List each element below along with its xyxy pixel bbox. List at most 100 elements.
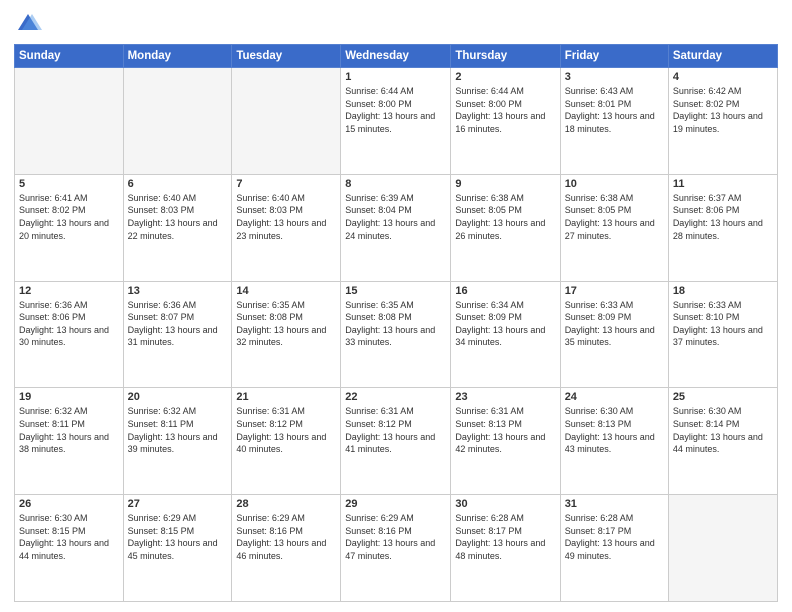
day-cell: 9 Sunrise: 6:38 AM Sunset: 8:05 PM Daylig…: [451, 174, 560, 281]
day-info: Sunrise: 6:40 AM Sunset: 8:03 PM Dayligh…: [236, 192, 336, 242]
day-info: Sunrise: 6:29 AM Sunset: 8:16 PM Dayligh…: [236, 512, 336, 562]
day-number: 8: [345, 178, 446, 190]
day-info: Sunrise: 6:28 AM Sunset: 8:17 PM Dayligh…: [565, 512, 664, 562]
week-row-0: 1 Sunrise: 6:44 AM Sunset: 8:00 PM Daylig…: [15, 68, 778, 175]
day-number: 11: [673, 178, 773, 190]
day-info: Sunrise: 6:42 AM Sunset: 8:02 PM Dayligh…: [673, 85, 773, 135]
day-cell: 23 Sunrise: 6:31 AM Sunset: 8:13 PM Dayli…: [451, 388, 560, 495]
logo: [14, 10, 46, 38]
day-cell: 31Sunrise: 6:28 AM Sunset: 8:17 PM Dayli…: [560, 495, 668, 602]
day-cell: 20 Sunrise: 6:32 AM Sunset: 8:11 PM Dayli…: [123, 388, 232, 495]
day-info: Sunrise: 6:31 AM Sunset: 8:12 PM Dayligh…: [236, 405, 336, 455]
day-cell: 30 Sunrise: 6:28 AM Sunset: 8:17 PM Dayli…: [451, 495, 560, 602]
day-info: Sunrise: 6:38 AM Sunset: 8:05 PM Dayligh…: [565, 192, 664, 242]
day-cell: 18 Sunrise: 6:33 AM Sunset: 8:10 PM Dayli…: [668, 281, 777, 388]
day-cell: 11 Sunrise: 6:37 AM Sunset: 8:06 PM Dayli…: [668, 174, 777, 281]
day-number: 20: [128, 391, 228, 403]
day-info: Sunrise: 6:33 AM Sunset: 8:10 PM Dayligh…: [673, 299, 773, 349]
day-number: 4: [673, 71, 773, 83]
page: SundayMondayTuesdayWednesdayThursdayFrid…: [0, 0, 792, 612]
day-number: 12: [19, 285, 119, 297]
day-cell: 10 Sunrise: 6:38 AM Sunset: 8:05 PM Dayli…: [560, 174, 668, 281]
day-info: Sunrise: 6:30 AM Sunset: 8:14 PM Dayligh…: [673, 405, 773, 455]
day-number: 18: [673, 285, 773, 297]
day-cell: [668, 495, 777, 602]
day-number: 10: [565, 178, 664, 190]
day-cell: 24Sunrise: 6:30 AM Sunset: 8:13 PM Dayli…: [560, 388, 668, 495]
day-cell: 6 Sunrise: 6:40 AM Sunset: 8:03 PM Daylig…: [123, 174, 232, 281]
day-info: Sunrise: 6:31 AM Sunset: 8:12 PM Dayligh…: [345, 405, 446, 455]
day-number: 22: [345, 391, 446, 403]
day-info: Sunrise: 6:37 AM Sunset: 8:06 PM Dayligh…: [673, 192, 773, 242]
day-info: Sunrise: 6:34 AM Sunset: 8:09 PM Dayligh…: [455, 299, 555, 349]
day-info: Sunrise: 6:44 AM Sunset: 8:00 PM Dayligh…: [455, 85, 555, 135]
day-info: Sunrise: 6:39 AM Sunset: 8:04 PM Dayligh…: [345, 192, 446, 242]
day-cell: 1 Sunrise: 6:44 AM Sunset: 8:00 PM Daylig…: [341, 68, 451, 175]
day-cell: 29Sunrise: 6:29 AM Sunset: 8:16 PM Dayli…: [341, 495, 451, 602]
day-number: 29: [345, 498, 446, 510]
day-number: 21: [236, 391, 336, 403]
col-header-sunday: Sunday: [15, 45, 124, 68]
day-info: Sunrise: 6:32 AM Sunset: 8:11 PM Dayligh…: [128, 405, 228, 455]
day-number: 24: [565, 391, 664, 403]
day-cell: 17Sunrise: 6:33 AM Sunset: 8:09 PM Dayli…: [560, 281, 668, 388]
calendar-table: SundayMondayTuesdayWednesdayThursdayFrid…: [14, 44, 778, 602]
day-number: 26: [19, 498, 119, 510]
day-number: 1: [345, 71, 446, 83]
day-cell: 7Sunrise: 6:40 AM Sunset: 8:03 PM Daylig…: [232, 174, 341, 281]
col-header-wednesday: Wednesday: [341, 45, 451, 68]
col-header-thursday: Thursday: [451, 45, 560, 68]
day-number: 28: [236, 498, 336, 510]
day-info: Sunrise: 6:32 AM Sunset: 8:11 PM Dayligh…: [19, 405, 119, 455]
day-info: Sunrise: 6:43 AM Sunset: 8:01 PM Dayligh…: [565, 85, 664, 135]
day-cell: 26 Sunrise: 6:30 AM Sunset: 8:15 PM Dayli…: [15, 495, 124, 602]
day-cell: 25 Sunrise: 6:30 AM Sunset: 8:14 PM Dayli…: [668, 388, 777, 495]
day-number: 19: [19, 391, 119, 403]
day-cell: 12 Sunrise: 6:36 AM Sunset: 8:06 PM Dayli…: [15, 281, 124, 388]
day-info: Sunrise: 6:36 AM Sunset: 8:06 PM Dayligh…: [19, 299, 119, 349]
day-cell: 19 Sunrise: 6:32 AM Sunset: 8:11 PM Dayli…: [15, 388, 124, 495]
day-info: Sunrise: 6:35 AM Sunset: 8:08 PM Dayligh…: [345, 299, 446, 349]
day-number: 5: [19, 178, 119, 190]
day-cell: 14Sunrise: 6:35 AM Sunset: 8:08 PM Dayli…: [232, 281, 341, 388]
day-cell: [15, 68, 124, 175]
day-cell: 15Sunrise: 6:35 AM Sunset: 8:08 PM Dayli…: [341, 281, 451, 388]
day-cell: 8 Sunrise: 6:39 AM Sunset: 8:04 PM Daylig…: [341, 174, 451, 281]
day-cell: 3Sunrise: 6:43 AM Sunset: 8:01 PM Daylig…: [560, 68, 668, 175]
day-info: Sunrise: 6:38 AM Sunset: 8:05 PM Dayligh…: [455, 192, 555, 242]
day-info: Sunrise: 6:41 AM Sunset: 8:02 PM Dayligh…: [19, 192, 119, 242]
day-number: 30: [455, 498, 555, 510]
day-cell: 2 Sunrise: 6:44 AM Sunset: 8:00 PM Daylig…: [451, 68, 560, 175]
day-number: 13: [128, 285, 228, 297]
day-number: 23: [455, 391, 555, 403]
day-cell: 22 Sunrise: 6:31 AM Sunset: 8:12 PM Dayli…: [341, 388, 451, 495]
day-cell: 4 Sunrise: 6:42 AM Sunset: 8:02 PM Daylig…: [668, 68, 777, 175]
week-row-2: 12 Sunrise: 6:36 AM Sunset: 8:06 PM Dayli…: [15, 281, 778, 388]
col-header-monday: Monday: [123, 45, 232, 68]
day-info: Sunrise: 6:28 AM Sunset: 8:17 PM Dayligh…: [455, 512, 555, 562]
week-row-4: 26 Sunrise: 6:30 AM Sunset: 8:15 PM Dayli…: [15, 495, 778, 602]
day-info: Sunrise: 6:35 AM Sunset: 8:08 PM Dayligh…: [236, 299, 336, 349]
day-cell: 13 Sunrise: 6:36 AM Sunset: 8:07 PM Dayli…: [123, 281, 232, 388]
col-header-saturday: Saturday: [668, 45, 777, 68]
week-row-1: 5 Sunrise: 6:41 AM Sunset: 8:02 PM Daylig…: [15, 174, 778, 281]
day-cell: 21 Sunrise: 6:31 AM Sunset: 8:12 PM Dayli…: [232, 388, 341, 495]
day-cell: [232, 68, 341, 175]
day-info: Sunrise: 6:36 AM Sunset: 8:07 PM Dayligh…: [128, 299, 228, 349]
calendar-header-row: SundayMondayTuesdayWednesdayThursdayFrid…: [15, 45, 778, 68]
day-number: 25: [673, 391, 773, 403]
day-cell: 28 Sunrise: 6:29 AM Sunset: 8:16 PM Dayli…: [232, 495, 341, 602]
day-info: Sunrise: 6:40 AM Sunset: 8:03 PM Dayligh…: [128, 192, 228, 242]
day-number: 17: [565, 285, 664, 297]
day-number: 9: [455, 178, 555, 190]
day-cell: [123, 68, 232, 175]
day-number: 2: [455, 71, 555, 83]
day-info: Sunrise: 6:30 AM Sunset: 8:15 PM Dayligh…: [19, 512, 119, 562]
day-cell: 16Sunrise: 6:34 AM Sunset: 8:09 PM Dayli…: [451, 281, 560, 388]
day-number: 6: [128, 178, 228, 190]
col-header-tuesday: Tuesday: [232, 45, 341, 68]
day-info: Sunrise: 6:31 AM Sunset: 8:13 PM Dayligh…: [455, 405, 555, 455]
day-cell: 5 Sunrise: 6:41 AM Sunset: 8:02 PM Daylig…: [15, 174, 124, 281]
day-info: Sunrise: 6:44 AM Sunset: 8:00 PM Dayligh…: [345, 85, 446, 135]
week-row-3: 19 Sunrise: 6:32 AM Sunset: 8:11 PM Dayli…: [15, 388, 778, 495]
